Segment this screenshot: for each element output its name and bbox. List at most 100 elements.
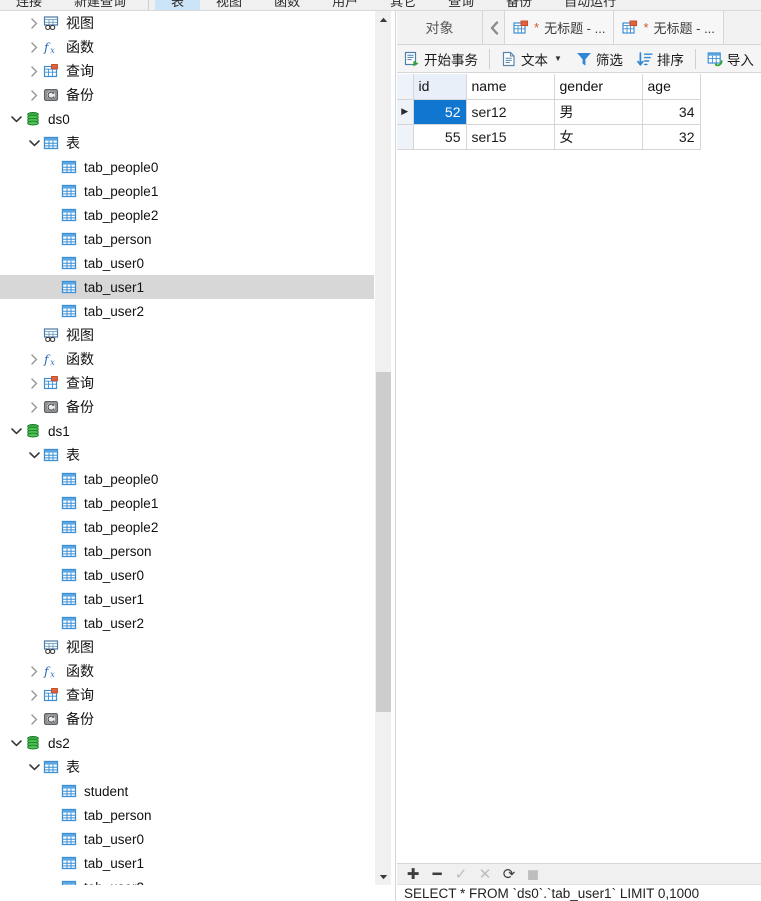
ribbon-item-1[interactable]: 新建查询 [58, 0, 142, 10]
chevron-down-icon[interactable] [26, 755, 42, 779]
chevron-down-icon[interactable] [8, 107, 24, 131]
cell-name[interactable]: ser12 [466, 99, 555, 125]
tree-item-tab_people2[interactable]: tab_people2 [0, 203, 374, 227]
tree-item-tab_user2[interactable]: tab_user2 [0, 611, 374, 635]
tree-item-tab_people1[interactable]: tab_people1 [0, 491, 374, 515]
tree-item-视图[interactable]: 视图 [0, 635, 374, 659]
tree-item-tab_user2[interactable]: tab_user2 [0, 875, 374, 885]
delete-record-button[interactable]: ━ [426, 865, 448, 884]
scrollbar-thumb[interactable] [376, 372, 391, 712]
text-button[interactable]: 文本 ▼ [494, 46, 569, 72]
tree-item-tab_people0[interactable]: tab_people0 [0, 155, 374, 179]
chevron-right-icon[interactable] [26, 707, 42, 731]
ribbon-item-7[interactable]: 查询 [432, 0, 490, 10]
tree-item-视图[interactable]: 视图 [0, 323, 374, 347]
editor-tab-0[interactable]: * 无标题 - ... [505, 11, 615, 44]
tree-item-tab_user0[interactable]: tab_user0 [0, 563, 374, 587]
tree-item-视图[interactable]: 视图 [0, 11, 374, 35]
chevron-down-icon[interactable] [8, 419, 24, 443]
tree-item-ds1[interactable]: ds1 [0, 419, 374, 443]
tree-item-表[interactable]: 表 [0, 443, 374, 467]
cell-age[interactable]: 34 [642, 99, 701, 125]
tree-item-tab_person[interactable]: tab_person [0, 803, 374, 827]
scroll-up-arrow-icon[interactable] [375, 11, 392, 28]
tree-item-student[interactable]: student [0, 779, 374, 803]
ribbon-item-8[interactable]: 备份 [490, 0, 548, 10]
chevron-right-icon[interactable] [26, 683, 42, 707]
scroll-down-arrow-icon[interactable] [375, 868, 392, 885]
tree-item-tab_people1[interactable]: tab_people1 [0, 179, 374, 203]
import-button[interactable]: 导入 [700, 46, 761, 72]
cell-gender[interactable]: 女 [554, 124, 643, 150]
tree-item-函数[interactable]: f x 函数 [0, 659, 374, 683]
column-header-gender[interactable]: gender [554, 74, 643, 100]
tree-item-表[interactable]: 表 [0, 131, 374, 155]
tree-item-tab_person[interactable]: tab_person [0, 539, 374, 563]
begin-transaction-button[interactable]: 开始事务 [397, 46, 485, 72]
chevron-down-icon[interactable] [26, 443, 42, 467]
ribbon-item-2[interactable]: 表 [155, 0, 201, 10]
add-record-button[interactable]: ✚ [402, 865, 424, 884]
tree-item-tab_user1[interactable]: tab_user1 [0, 851, 374, 875]
cell-id[interactable]: 52 [413, 99, 467, 125]
tree-item-备份[interactable]: 备份 [0, 83, 374, 107]
tree-vertical-scrollbar[interactable] [374, 11, 391, 885]
row-marker[interactable]: ▶ [397, 99, 414, 125]
data-grid[interactable]: id name gender age ▶ 52 ser12 男 34 55 ser15 女 32 [397, 74, 761, 863]
pane-splitter[interactable] [391, 11, 396, 901]
ribbon-item-9[interactable]: 自动运行 [548, 0, 632, 10]
tree-item-表[interactable]: 表 [0, 755, 374, 779]
sort-button[interactable]: 排序 [630, 46, 691, 72]
column-header-id[interactable]: id [413, 74, 467, 100]
tab-object[interactable]: 对象 [397, 11, 483, 44]
tree-item-查询[interactable]: 查询 [0, 683, 374, 707]
tree-item-ds2[interactable]: ds2 [0, 731, 374, 755]
tree-item-查询[interactable]: 查询 [0, 59, 374, 83]
column-header-age[interactable]: age [642, 74, 701, 100]
tree-item-备份[interactable]: 备份 [0, 395, 374, 419]
chevron-right-icon[interactable] [26, 35, 42, 59]
chevron-right-icon[interactable] [26, 59, 42, 83]
tree-item-tab_user2[interactable]: tab_user2 [0, 299, 374, 323]
tree-item-tab_people2[interactable]: tab_people2 [0, 515, 374, 539]
tree-item-ds0[interactable]: ds0 [0, 107, 374, 131]
chevron-down-icon[interactable]: ▼ [554, 54, 562, 63]
tree-item-查询[interactable]: 查询 [0, 371, 374, 395]
tree-item-tab_user0[interactable]: tab_user0 [0, 251, 374, 275]
tab-scroll-left-button[interactable] [483, 11, 505, 44]
tree-item-函数[interactable]: f x 函数 [0, 35, 374, 59]
table-row[interactable]: 55 ser15 女 32 [397, 124, 701, 150]
ribbon-item-0[interactable]: 连接 [0, 0, 58, 10]
chevron-right-icon[interactable] [26, 347, 42, 371]
ribbon-item-5[interactable]: 用户 [316, 0, 374, 10]
tree-item-tab_person[interactable]: tab_person [0, 227, 374, 251]
tree-item-tab_user1[interactable]: tab_user1 [0, 587, 374, 611]
cell-age[interactable]: 32 [642, 124, 701, 150]
chevron-right-icon[interactable] [26, 371, 42, 395]
tree-item-函数[interactable]: f x 函数 [0, 347, 374, 371]
cell-gender[interactable]: 男 [554, 99, 643, 125]
ribbon-item-3[interactable]: 视图 [200, 0, 258, 10]
tree-item-tab_user1[interactable]: tab_user1 [0, 275, 374, 299]
chevron-down-icon[interactable] [8, 731, 24, 755]
refresh-button[interactable]: ⟳ [498, 865, 520, 884]
tree-item-备份[interactable]: 备份 [0, 707, 374, 731]
database-tree-panel[interactable]: 视图 f x 函数 查询 备份 ds0 表 tab_people0 tab_people1 tab_… [0, 11, 374, 885]
table-icon [60, 566, 78, 584]
filter-button[interactable]: 筛选 [569, 46, 630, 72]
tree-item-tab_people0[interactable]: tab_people0 [0, 467, 374, 491]
ribbon-item-4[interactable]: 函数 [258, 0, 316, 10]
chevron-right-icon[interactable] [26, 83, 42, 107]
table-row[interactable]: ▶ 52 ser12 男 34 [397, 99, 701, 125]
cell-name[interactable]: ser15 [466, 124, 555, 150]
chevron-down-icon[interactable] [26, 131, 42, 155]
column-header-name[interactable]: name [466, 74, 555, 100]
cell-id[interactable]: 55 [413, 124, 467, 150]
row-marker[interactable] [397, 124, 414, 150]
chevron-right-icon[interactable] [26, 659, 42, 683]
ribbon-item-6[interactable]: 其它 [374, 0, 432, 10]
chevron-right-icon[interactable] [26, 11, 42, 35]
chevron-right-icon[interactable] [26, 395, 42, 419]
tree-item-tab_user0[interactable]: tab_user0 [0, 827, 374, 851]
editor-tab-1[interactable]: * 无标题 - ... [614, 11, 724, 44]
